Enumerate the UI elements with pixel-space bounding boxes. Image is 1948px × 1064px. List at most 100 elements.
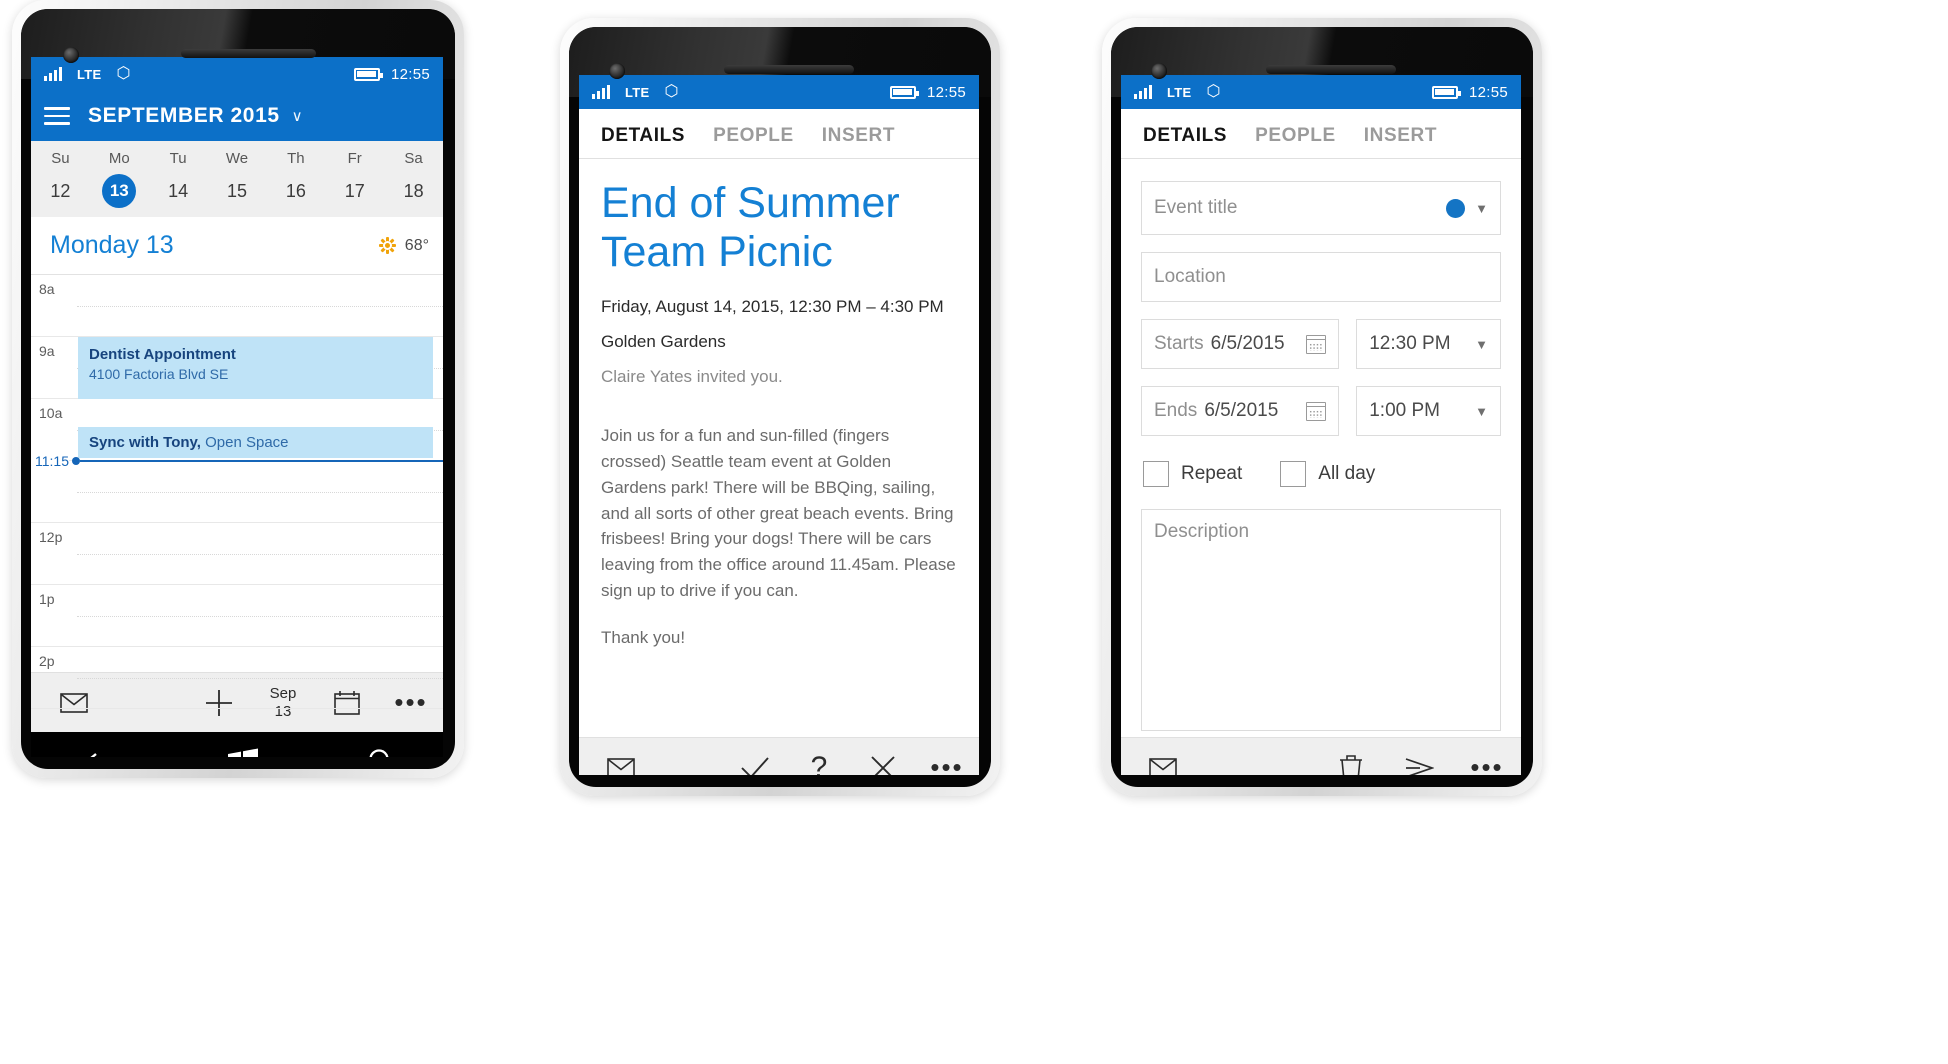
checkbox-box-icon[interactable] [1143, 461, 1169, 487]
phone-frame: LTE ⬡ 12:55 DETAILS PEOPLE INSERT [1102, 18, 1542, 796]
windows-start-icon[interactable] [227, 748, 259, 757]
envelope-icon[interactable] [579, 757, 663, 775]
phone-new-event-form: LTE ⬡ 12:55 DETAILS PEOPLE INSERT Event … [1102, 18, 1552, 796]
network-label: LTE [77, 66, 102, 82]
end-time-select[interactable]: 1:00 PM ▼ [1356, 386, 1501, 436]
earpiece-speaker [181, 49, 316, 58]
new-event-form: Event title ▼ Location Starts 6/5/2015 1… [1121, 159, 1521, 737]
status-clock: 12:55 [390, 65, 430, 83]
chevron-down-icon[interactable]: ▼ [1475, 404, 1488, 419]
weekday-label: Tu [169, 150, 187, 167]
tab-people[interactable]: PEOPLE [1255, 125, 1336, 147]
battery-full-icon [353, 67, 383, 81]
signal-bars-icon [44, 67, 62, 81]
end-date-input[interactable]: Ends 6/5/2015 [1141, 386, 1340, 436]
current-time-label: 11:15 [31, 453, 69, 469]
checkmark-icon[interactable] [723, 755, 787, 775]
calendar-event-dentist[interactable]: Dentist Appointment 4100 Factoria Blvd S… [78, 337, 433, 399]
start-date-input[interactable]: Starts 6/5/2015 [1141, 319, 1340, 369]
weather-widget: 68° [378, 237, 429, 255]
phone-calendar: LTE ⬡ 12:55 SEPTEMBER 2015 ∨ Su Mo Tu We… [12, 0, 472, 778]
status-right: 12:55 [353, 65, 443, 83]
status-bar: LTE ⬡ 12:55 [31, 57, 443, 91]
date-number: 14 [168, 180, 189, 201]
hamburger-menu-icon[interactable] [44, 107, 70, 125]
location-input[interactable]: Location [1141, 252, 1501, 302]
date-number: 17 [344, 180, 365, 201]
chevron-down-icon[interactable]: ▼ [1475, 201, 1488, 216]
options-row: Repeat All day [1143, 461, 1501, 487]
repeat-checkbox[interactable]: Repeat [1143, 461, 1242, 487]
date-cell-16[interactable]: 16 [266, 174, 325, 208]
hour-label: 10a [39, 405, 63, 421]
weekday-cell: Tu [149, 148, 208, 174]
phone-frame: LTE ⬡ 12:55 SEPTEMBER 2015 ∨ Su Mo Tu We… [12, 0, 464, 778]
date-cell-12[interactable]: 12 [31, 174, 90, 208]
calendar-color-dot-icon[interactable] [1446, 198, 1466, 218]
hour-label: 2p [39, 653, 55, 669]
ellipsis-icon[interactable]: ••• [1453, 754, 1521, 775]
date-number: 16 [285, 180, 306, 201]
trash-icon[interactable] [1317, 754, 1385, 775]
bluetooth-icon: ⬡ [116, 65, 131, 82]
screenshot-stage: LTE ⬡ 12:55 SEPTEMBER 2015 ∨ Su Mo Tu We… [0, 0, 1948, 1064]
date-cell-13-selected[interactable]: 13 [90, 174, 149, 208]
date-cell-18[interactable]: 18 [384, 174, 443, 208]
selected-day-title: Monday 13 [50, 231, 174, 259]
calendar-header: SEPTEMBER 2015 ∨ [31, 91, 443, 141]
description-textarea[interactable]: Description [1141, 509, 1501, 731]
date-cell-14[interactable]: 14 [149, 174, 208, 208]
hour-slot[interactable] [31, 461, 443, 523]
hour-slot[interactable]: 1p [31, 585, 443, 647]
event-description-closing: Thank you! [601, 627, 686, 647]
ellipsis-icon[interactable]: ••• [915, 754, 979, 775]
ends-label: Ends [1154, 400, 1198, 421]
phone-frame: LTE ⬡ 12:55 DETAILS PEOPLE INSERT [560, 18, 1000, 796]
front-camera-icon [1151, 63, 1167, 79]
event-title: Dentist Appointment [89, 346, 236, 363]
date-cell-15[interactable]: 15 [208, 174, 267, 208]
front-camera-icon [63, 47, 79, 63]
send-paper-plane-icon[interactable] [1385, 756, 1453, 775]
event-title-input[interactable]: Event title ▼ [1141, 181, 1501, 235]
envelope-icon[interactable] [1121, 757, 1205, 775]
tab-people[interactable]: PEOPLE [713, 125, 794, 147]
close-x-icon[interactable] [851, 754, 915, 775]
start-time-select[interactable]: 12:30 PM ▼ [1356, 319, 1501, 369]
agenda-timeline[interactable]: 8a 9a 10a 12p 1p 2p Dentist Appointment … [31, 275, 443, 709]
calendar-icon[interactable] [1306, 334, 1327, 354]
date-cell-17[interactable]: 17 [325, 174, 384, 208]
start-date-value: 6/5/2015 [1210, 333, 1285, 354]
calendar-event-sync[interactable]: Sync with Tony, Open Space [78, 427, 433, 458]
tab-insert[interactable]: INSERT [1364, 125, 1437, 147]
tab-insert[interactable]: INSERT [822, 125, 895, 147]
weekday-cell: Th [266, 148, 325, 174]
hour-slot[interactable]: 2p [31, 647, 443, 709]
calendar-icon[interactable] [1306, 401, 1327, 421]
current-time-dot-icon [72, 457, 80, 465]
front-camera-icon [609, 63, 625, 79]
phone1-screen: LTE ⬡ 12:55 SEPTEMBER 2015 ∨ Su Mo Tu We… [31, 57, 443, 757]
earpiece-speaker [724, 65, 854, 74]
back-arrow-icon[interactable] [82, 750, 124, 757]
week-strip: Su Mo Tu We Th Fr Sa 12 13 14 15 16 17 1… [31, 141, 443, 217]
pivot-tabs: DETAILS PEOPLE INSERT [579, 109, 979, 159]
question-mark-icon[interactable]: ? [787, 751, 851, 776]
chevron-down-icon[interactable]: ∨ [292, 107, 303, 125]
bluetooth-icon: ⬡ [664, 83, 679, 100]
hour-label: 1p [39, 591, 55, 607]
chevron-down-icon[interactable]: ▼ [1475, 337, 1488, 352]
allday-checkbox[interactable]: All day [1280, 461, 1375, 487]
search-icon[interactable] [362, 748, 392, 757]
hour-slot[interactable]: 8a [31, 275, 443, 337]
current-time-line [80, 460, 443, 462]
tab-details[interactable]: DETAILS [1143, 125, 1227, 147]
weekday-cell: Fr [325, 148, 384, 174]
hour-slot[interactable]: 12p [31, 523, 443, 585]
checkbox-box-icon[interactable] [1280, 461, 1307, 487]
end-time-value: 1:00 PM [1369, 400, 1440, 421]
signal-bars-icon [592, 85, 610, 99]
starts-row: Starts 6/5/2015 12:30 PM ▼ [1141, 319, 1501, 386]
description-placeholder: Description [1154, 521, 1250, 542]
tab-details[interactable]: DETAILS [601, 125, 685, 147]
